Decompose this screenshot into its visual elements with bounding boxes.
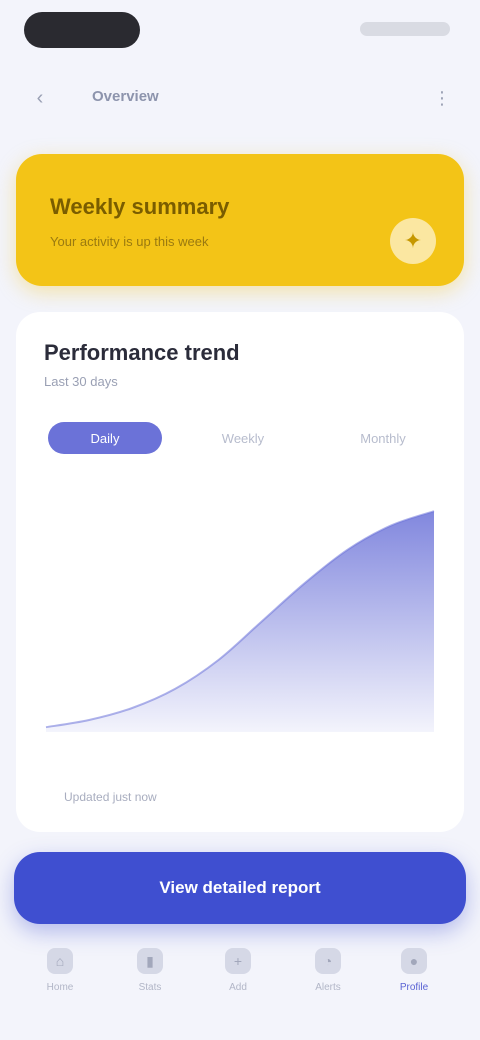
user-icon: ● — [401, 948, 427, 974]
card-title: Performance trend — [44, 340, 240, 365]
chart-card: Performance trend Last 30 days Daily Wee… — [16, 312, 464, 832]
nav-item-profile[interactable]: ● Profile — [386, 948, 442, 1008]
summary-banner[interactable]: Weekly summary Your activity is up this … — [16, 154, 464, 286]
area-chart — [45, 510, 435, 732]
nav-label-home: Home — [46, 982, 74, 993]
nav-title: Overview — [92, 88, 159, 105]
tab-monthly[interactable]: Monthly — [338, 422, 428, 454]
tab-weekly[interactable]: Weekly — [198, 422, 288, 454]
view-report-button[interactable]: View detailed report — [14, 852, 466, 924]
nav-label-add: Add — [229, 982, 247, 993]
period-tabs: Daily Weekly Monthly — [48, 422, 438, 454]
status-time-pill — [24, 12, 140, 48]
chevron-left-icon[interactable]: ‹ — [28, 87, 52, 109]
nav-item-add[interactable]: + Add — [210, 948, 266, 1008]
banner-subtitle: Your activity is up this week — [50, 234, 209, 249]
status-indicators — [360, 22, 450, 36]
top-nav: ‹ Overview ⋮ — [0, 78, 480, 118]
bottom-nav: ⌂ Home ▮ Stats + Add ◔ Alerts ● Profile — [0, 940, 480, 1020]
banner-title: Weekly summary — [50, 194, 230, 219]
nav-label-profile: Profile — [399, 982, 429, 993]
chart-icon: ▮ — [137, 948, 163, 974]
card-footer: Updated just now — [64, 790, 157, 804]
card-subtitle: Last 30 days — [44, 374, 118, 389]
status-bar — [0, 0, 480, 60]
sparkle-icon: ✦ — [390, 218, 436, 264]
more-icon[interactable]: ⋮ — [430, 88, 454, 108]
nav-label-stats: Stats — [138, 982, 162, 993]
plus-icon: + — [225, 948, 251, 974]
nav-item-home[interactable]: ⌂ Home — [32, 948, 88, 1008]
nav-label-alerts: Alerts — [315, 982, 341, 993]
tab-daily[interactable]: Daily — [48, 422, 162, 454]
bell-icon: ◔ — [315, 948, 341, 974]
nav-item-stats[interactable]: ▮ Stats — [122, 948, 178, 1008]
home-icon: ⌂ — [47, 948, 73, 974]
nav-item-alerts[interactable]: ◔ Alerts — [300, 948, 356, 1008]
area-series-fill — [46, 511, 434, 732]
